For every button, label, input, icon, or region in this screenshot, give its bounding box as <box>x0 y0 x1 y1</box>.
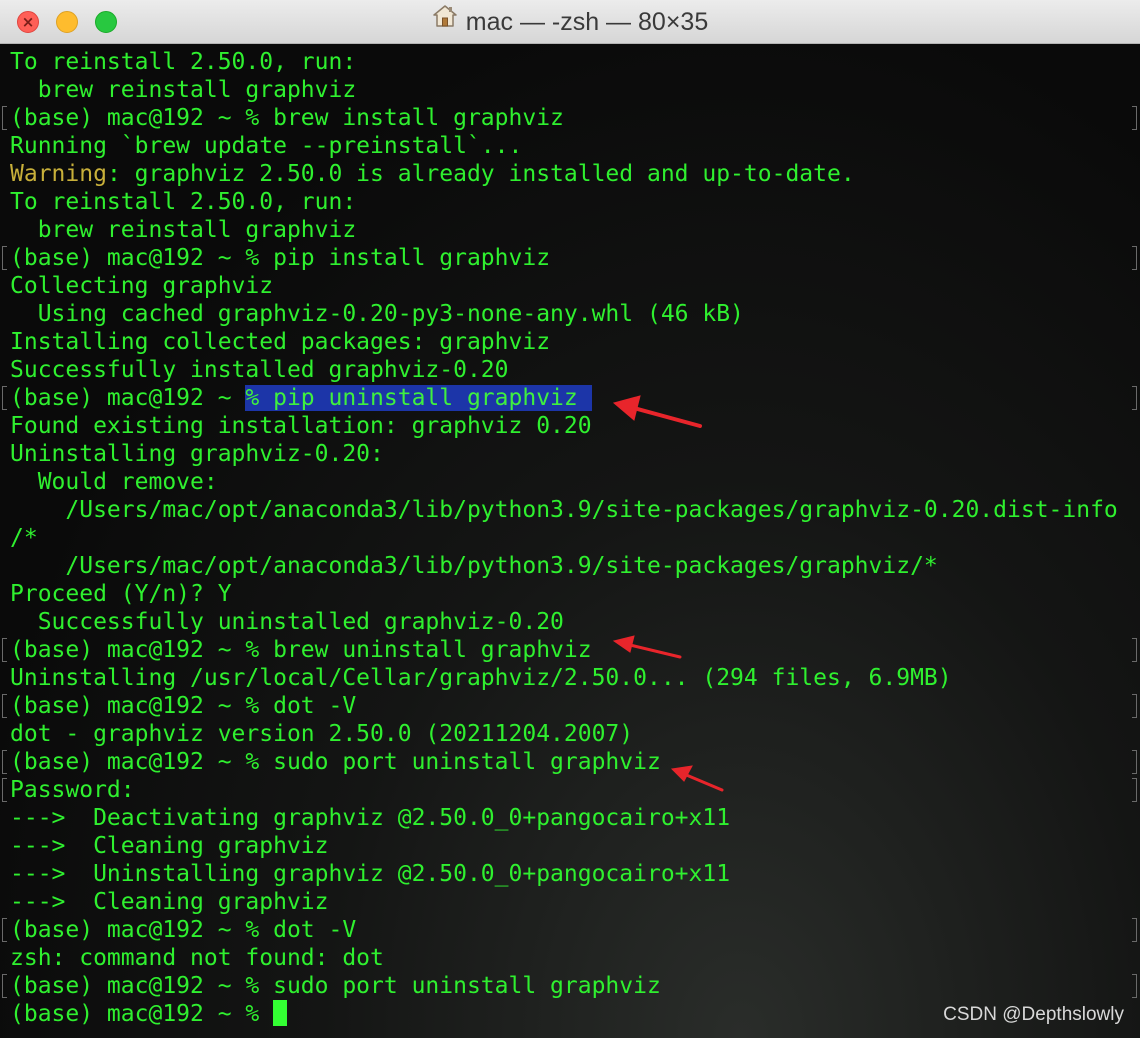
output-line: Using cached graphviz-0.20-py3-none-any.… <box>10 300 1140 328</box>
line-text: (base) mac@192 ~ % sudo port uninstall g… <box>10 749 661 775</box>
selected-command[interactable]: % pip uninstall graphviz <box>245 385 592 411</box>
title-bar[interactable]: × mac — -zsh — 80×35 <box>0 0 1140 44</box>
terminal-window: × mac — -zsh — 80×35 To reinstall 2.50.0… <box>0 0 1140 1038</box>
window-title: mac — -zsh — 80×35 <box>465 8 709 36</box>
line-text: (base) mac@192 ~ % <box>10 1001 274 1027</box>
prompt-mark-right <box>1132 386 1137 410</box>
output-line: To reinstall 2.50.0, run: <box>10 188 1140 216</box>
output-line: Successfully installed graphviz-0.20 <box>10 356 1140 384</box>
text-cursor <box>273 1000 288 1026</box>
line-text: Successfully uninstalled graphviz-0.20 <box>10 609 564 635</box>
line-text: ---> Uninstalling graphviz @2.50.0_0+pan… <box>10 861 731 887</box>
line-text: dot - graphviz version 2.50.0 (20211204.… <box>10 721 634 747</box>
line-text: Would remove: <box>10 469 218 495</box>
prompt-mark-right <box>1132 918 1137 942</box>
prompt-mark-right <box>1132 638 1137 662</box>
output-line: brew reinstall graphviz <box>10 216 1140 244</box>
line-text: brew reinstall graphviz <box>10 217 357 243</box>
output-line: ---> Uninstalling graphviz @2.50.0_0+pan… <box>10 860 1140 888</box>
prompt-mark-left <box>2 694 7 718</box>
line-text: /Users/mac/opt/anaconda3/lib/python3.9/s… <box>10 497 1118 523</box>
output-line: /* <box>10 524 1140 552</box>
terminal-output: To reinstall 2.50.0, run: brew reinstall… <box>2 48 1140 1028</box>
line-text: Running `brew update --preinstall`... <box>10 133 523 159</box>
output-line: zsh: command not found: dot <box>10 944 1140 972</box>
line-text: Using cached graphviz-0.20-py3-none-any.… <box>10 301 744 327</box>
prompt-mark-left <box>2 974 7 998</box>
prompt-line: (base) mac@192 ~ % pip install graphviz <box>2 244 1140 272</box>
output-line: ---> Cleaning graphviz <box>10 832 1140 860</box>
prompt-line: (base) mac@192 ~ % sudo port uninstall g… <box>2 972 1140 1000</box>
line-text: Uninstalling graphviz-0.20: <box>10 441 384 467</box>
output-line: Warning: graphviz 2.50.0 is already inst… <box>10 160 1140 188</box>
prompt-line: (base) mac@192 ~ % brew uninstall graphv… <box>2 636 1140 664</box>
output-line: Installing collected packages: graphviz <box>10 328 1140 356</box>
line-text: /Users/mac/opt/anaconda3/lib/python3.9/s… <box>10 553 938 579</box>
line-text: (base) mac@192 ~ % dot -V <box>10 693 357 719</box>
prompt-line: (base) mac@192 ~ % brew install graphviz <box>2 104 1140 132</box>
line-text: Installing collected packages: graphviz <box>10 329 551 355</box>
line-text: To reinstall 2.50.0, run: <box>10 189 357 215</box>
prompt-mark-right <box>1132 106 1137 130</box>
line-text: (base) mac@192 ~ % pip install graphviz <box>10 245 551 271</box>
line-text: (base) mac@192 ~ % sudo port uninstall g… <box>10 973 661 999</box>
line-text: brew reinstall graphviz <box>10 77 357 103</box>
terminal-content[interactable]: To reinstall 2.50.0, run: brew reinstall… <box>0 44 1140 1038</box>
prompt-line: (base) mac@192 ~ % sudo port uninstall g… <box>2 748 1140 776</box>
prompt-mark-left <box>2 918 7 942</box>
line-text: Collecting graphviz <box>10 273 274 299</box>
output-line: Would remove: <box>10 468 1140 496</box>
line-text: Proceed (Y/n)? Y <box>10 581 232 607</box>
output-line: Running `brew update --preinstall`... <box>10 132 1140 160</box>
warning-label: Warning <box>10 161 107 187</box>
prompt-line: (base) mac@192 ~ % dot -V <box>2 916 1140 944</box>
line-text: (base) mac@192 ~ % brew install graphviz <box>10 105 564 131</box>
prompt-mark-left <box>2 778 7 802</box>
prompt-mark-left <box>2 638 7 662</box>
output-line: /Users/mac/opt/anaconda3/lib/python3.9/s… <box>10 496 1140 524</box>
prompt-text: (base) mac@192 ~ <box>10 385 246 411</box>
output-line: ---> Cleaning graphviz <box>10 888 1140 916</box>
output-line: brew reinstall graphviz <box>10 76 1140 104</box>
line-text: Password: <box>10 777 135 803</box>
output-line: Uninstalling graphviz-0.20: <box>10 440 1140 468</box>
output-line: dot - graphviz version 2.50.0 (20211204.… <box>10 720 1140 748</box>
line-text: ---> Cleaning graphviz <box>10 833 329 859</box>
window-title-area: mac — -zsh — 80×35 <box>0 0 1140 44</box>
output-line: /Users/mac/opt/anaconda3/lib/python3.9/s… <box>10 552 1140 580</box>
output-line: Successfully uninstalled graphviz-0.20 <box>10 608 1140 636</box>
line-text: Found existing installation: graphviz 0.… <box>10 413 592 439</box>
output-line: Uninstalling /usr/local/Cellar/graphviz/… <box>10 664 1140 692</box>
line-text: /* <box>10 525 38 551</box>
prompt-mark-right <box>1132 974 1137 998</box>
line-text: Uninstalling /usr/local/Cellar/graphviz/… <box>10 665 952 691</box>
line-text: (base) mac@192 ~ % brew uninstall graphv… <box>10 637 592 663</box>
line-text: ---> Deactivating graphviz @2.50.0_0+pan… <box>10 805 731 831</box>
line-text: zsh: command not found: dot <box>10 945 384 971</box>
line-text: To reinstall 2.50.0, run: <box>10 49 357 75</box>
prompt-mark-right <box>1132 778 1137 802</box>
output-line: ---> Deactivating graphviz @2.50.0_0+pan… <box>10 804 1140 832</box>
output-line: To reinstall 2.50.0, run: <box>10 48 1140 76</box>
prompt-mark-left <box>2 750 7 774</box>
prompt-line: Password: <box>2 776 1140 804</box>
output-line: Proceed (Y/n)? Y <box>10 580 1140 608</box>
prompt-mark-left <box>2 386 7 410</box>
output-line: Collecting graphviz <box>10 272 1140 300</box>
watermark: CSDN @Depthslowly <box>943 1004 1124 1025</box>
output-line: Found existing installation: graphviz 0.… <box>10 412 1140 440</box>
line-text: : graphviz 2.50.0 is already installed a… <box>106 161 855 187</box>
line-text: (base) mac@192 ~ % dot -V <box>10 917 357 943</box>
prompt-mark-left <box>2 106 7 130</box>
prompt-line: (base) mac@192 ~ % dot -V <box>2 692 1140 720</box>
prompt-mark-right <box>1132 694 1137 718</box>
prompt-line: (base) mac@192 ~ % pip uninstall graphvi… <box>2 384 1140 412</box>
prompt-mark-right <box>1132 246 1137 270</box>
prompt-mark-left <box>2 246 7 270</box>
prompt-mark-right <box>1132 750 1137 774</box>
line-text: Successfully installed graphviz-0.20 <box>10 357 509 383</box>
home-folder-icon <box>432 0 458 42</box>
line-text: ---> Cleaning graphviz <box>10 889 329 915</box>
